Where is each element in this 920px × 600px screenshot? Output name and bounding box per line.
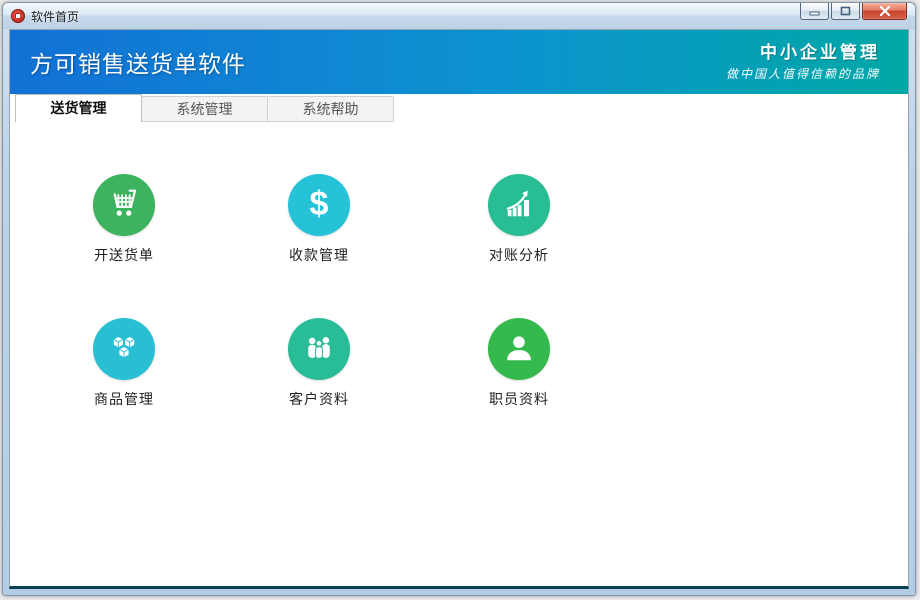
person-icon <box>488 318 550 380</box>
module-label: 商品管理 <box>69 389 179 409</box>
client-area: 方可销售送货单软件 中小企业管理 做中国人值得信赖的品牌 送货管理 系统管理 系… <box>9 29 909 589</box>
module-label: 对账分析 <box>464 245 574 265</box>
app-header: 方可销售送货单软件 中小企业管理 做中国人值得信赖的品牌 <box>10 30 908 94</box>
module-create-delivery-note[interactable]: 开送货单 <box>69 174 179 265</box>
app-title: 方可销售送货单软件 <box>30 45 246 79</box>
tab-bar: 送货管理 系统管理 系统帮助 <box>10 94 908 122</box>
minimize-icon <box>809 7 820 16</box>
cubes-icon <box>93 318 155 380</box>
app-window: 软件首页 方可销售送货单软件 中小企业管理 做中国人值得信赖的品牌 送货管理 系… <box>2 2 916 596</box>
cart-icon <box>93 174 155 236</box>
module-product-management[interactable]: 商品管理 <box>69 318 179 409</box>
brand-slogan: 做中国人值得信赖的品牌 <box>726 67 880 82</box>
module-label: 收款管理 <box>264 245 374 265</box>
maximize-button[interactable] <box>831 3 860 20</box>
window-title: 软件首页 <box>31 8 79 25</box>
chart-icon <box>488 174 550 236</box>
app-logo-icon <box>11 9 25 23</box>
module-label: 开送货单 <box>69 245 179 265</box>
module-staff-records[interactable]: 职员资料 <box>464 318 574 409</box>
module-label: 客户资料 <box>264 389 374 409</box>
close-button[interactable] <box>862 3 907 20</box>
close-icon <box>880 6 890 16</box>
module-payment-management[interactable]: $ 收款管理 <box>264 174 374 265</box>
brand-block: 中小企业管理 做中国人值得信赖的品牌 <box>726 42 880 81</box>
launcher-panel: 开送货单 $ 收款管理 <box>10 122 908 586</box>
dollar-icon: $ <box>288 174 350 236</box>
tab-system-management[interactable]: 系统管理 <box>141 96 268 122</box>
minimize-button[interactable] <box>800 3 829 20</box>
window-controls <box>798 3 907 20</box>
tab-delivery-management[interactable]: 送货管理 <box>15 94 142 122</box>
maximize-icon <box>840 6 851 16</box>
people-icon <box>288 318 350 380</box>
tab-system-help[interactable]: 系统帮助 <box>267 96 394 122</box>
module-customer-records[interactable]: 客户资料 <box>264 318 374 409</box>
module-reconciliation-analysis[interactable]: 对账分析 <box>464 174 574 265</box>
title-bar[interactable]: 软件首页 <box>3 3 915 29</box>
brand-text: 中小企业管理 <box>726 42 880 63</box>
module-label: 职员资料 <box>464 389 574 409</box>
